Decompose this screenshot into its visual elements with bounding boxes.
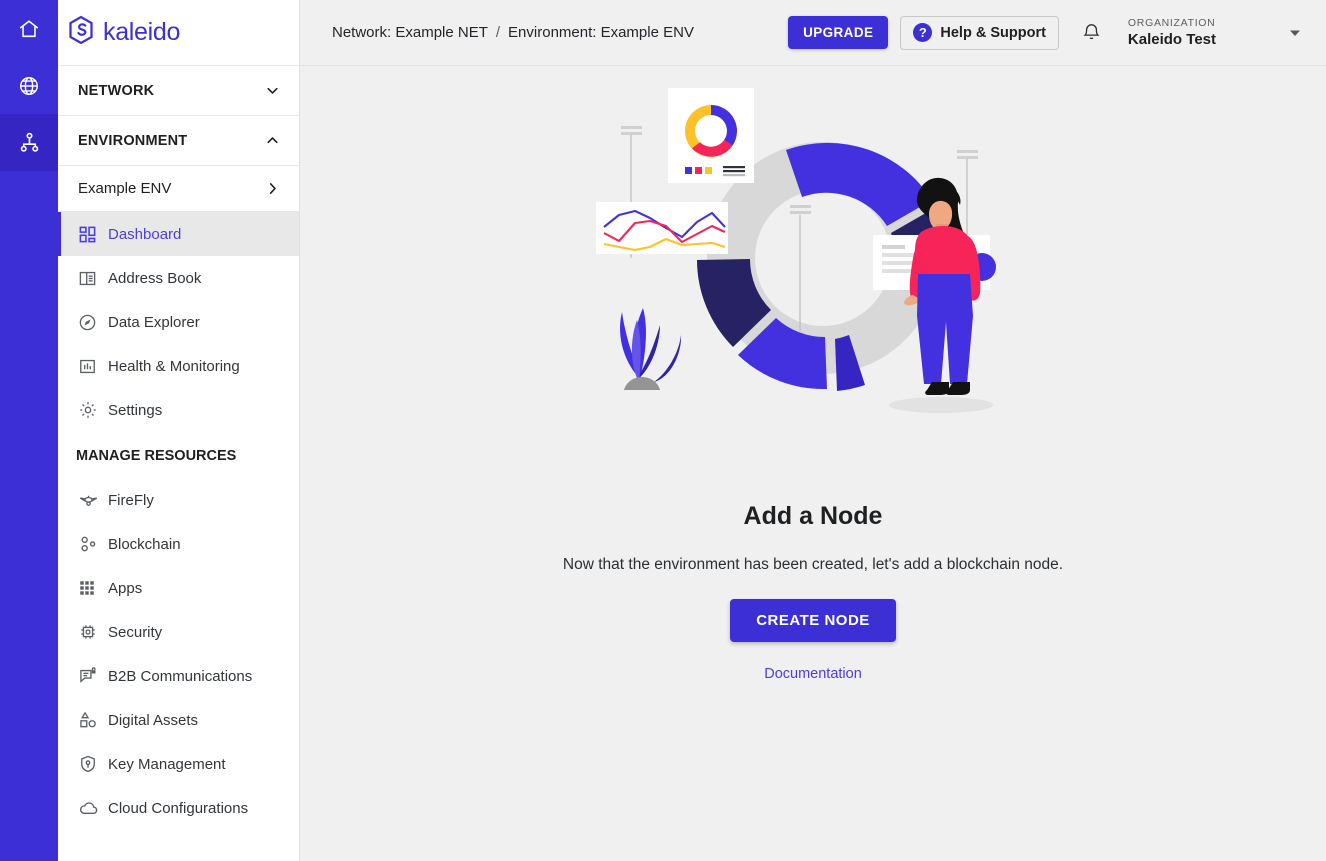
sidebar-item-label: Data Explorer	[108, 313, 200, 331]
help-support-button[interactable]: ? Help & Support	[900, 15, 1059, 50]
sidebar-item-label: FireFly	[108, 491, 154, 509]
security-chip-icon	[78, 622, 104, 642]
sidebar-group-title-manage-resources: MANAGE RESOURCES	[76, 448, 237, 464]
organization-selector[interactable]: ORGANIZATION Kaleido Test	[1128, 17, 1216, 48]
rail-item-home[interactable]	[0, 0, 58, 57]
sidebar-item-label: Blockchain	[108, 535, 181, 553]
sidebar-item-settings[interactable]: Settings	[58, 388, 299, 432]
apps-grid-icon	[78, 579, 104, 597]
notification-bell-icon[interactable]	[1081, 22, 1102, 43]
breadcrumb-environment[interactable]: Environment: Example ENV	[508, 24, 694, 41]
section-label-network: NETWORK	[78, 82, 155, 99]
breadcrumb-network[interactable]: Network: Example NET	[332, 24, 488, 41]
sidebar-item-dashboard[interactable]: Dashboard	[58, 212, 299, 256]
sidebar-item-label: Address Book	[108, 269, 202, 287]
globe-icon	[18, 75, 40, 97]
sidebar-item-apps[interactable]: Apps	[58, 566, 299, 610]
page-title: Add a Node	[743, 502, 883, 530]
create-node-button[interactable]: CREATE NODE	[730, 599, 896, 642]
sidebar-item-security[interactable]: Security	[58, 610, 299, 654]
sidebar-item-label: Cloud Configurations	[108, 799, 249, 817]
chevron-down-icon	[264, 82, 281, 99]
main-content: Network: Example NET / Environment: Exam…	[300, 0, 1326, 861]
sidebar-item-digital-assets[interactable]: Digital Assets	[58, 698, 299, 742]
sidebar-env-selector[interactable]: Example ENV	[58, 166, 299, 212]
sidebar-item-b2b-communications[interactable]: B2B Communications	[58, 654, 299, 698]
address-book-icon	[78, 269, 104, 288]
rail-item-environments[interactable]	[0, 114, 58, 171]
bar-chart-icon	[78, 357, 104, 376]
chevron-right-icon	[264, 180, 281, 197]
analytics-dashboard-woman-illustration	[588, 80, 1058, 425]
breadcrumb-separator: /	[495, 24, 501, 41]
sidebar-item-key-management[interactable]: Key Management	[58, 742, 299, 786]
sidebar-item-label: Security	[108, 623, 163, 641]
sidebar-section-network[interactable]: NETWORK	[58, 66, 299, 116]
create-node-button-wrap: CREATE NODE	[300, 599, 1326, 642]
organization-caption: ORGANIZATION	[1127, 16, 1216, 29]
sidebar-item-label: Health & Monitoring	[108, 357, 240, 375]
sidebar-item-label: Settings	[108, 401, 163, 419]
sidebar-item-label: Digital Assets	[108, 711, 199, 729]
section-label-environment: ENVIRONMENT	[78, 132, 188, 149]
sidebar-item-blockchain[interactable]: Blockchain	[58, 522, 299, 566]
question-mark-icon: ?	[913, 23, 933, 42]
message-lock-icon	[78, 666, 104, 686]
breadcrumb: Network: Example NET / Environment: Exam…	[332, 24, 694, 41]
brand-name: kaleido	[103, 18, 181, 46]
gear-icon	[78, 400, 104, 420]
cloud-icon	[78, 798, 104, 819]
sidebar-item-data-explorer[interactable]: Data Explorer	[58, 300, 299, 344]
sidebar-item-label: Dashboard	[108, 225, 182, 243]
sidebar-item-address-book[interactable]: Address Book	[58, 256, 299, 300]
caret-down-icon[interactable]	[1288, 26, 1302, 40]
sidebar: kaleido NETWORK ENVIRONMENT Example ENV	[58, 0, 300, 861]
sidebar-item-firefly[interactable]: FireFly	[58, 478, 299, 522]
top-bar: Network: Example NET / Environment: Exam…	[300, 0, 1326, 66]
compass-icon	[78, 313, 104, 332]
sidebar-section-environment[interactable]: ENVIRONMENT	[58, 116, 299, 166]
chevron-up-icon	[264, 132, 281, 149]
help-support-label: Help & Support	[940, 24, 1046, 41]
icon-rail	[0, 0, 58, 861]
home-icon	[18, 18, 40, 40]
sidebar-item-label: Key Management	[108, 755, 226, 773]
brand-logo[interactable]: kaleido	[58, 0, 299, 66]
kaleido-hex-logo-icon	[66, 15, 96, 50]
app-root: kaleido NETWORK ENVIRONMENT Example ENV	[0, 0, 1326, 861]
env-selector-label: Example ENV	[78, 180, 172, 197]
sidebar-item-health-monitoring[interactable]: Health & Monitoring	[58, 344, 299, 388]
page-subtitle: Now that the environment has been create…	[562, 556, 1064, 573]
dashboard-grid-icon	[78, 225, 104, 244]
hero-panel: Add a Node Now that the environment has …	[300, 66, 1326, 861]
documentation-link[interactable]: Documentation	[300, 666, 1326, 682]
rail-item-networks[interactable]	[0, 57, 58, 114]
sitemap-icon	[18, 131, 41, 154]
sidebar-item-label: B2B Communications	[108, 667, 253, 685]
sidebar-item-label: Apps	[108, 579, 143, 597]
sidebar-item-cloud-configurations[interactable]: Cloud Configurations	[58, 786, 299, 830]
shield-key-icon	[78, 754, 104, 774]
firefly-icon	[78, 490, 104, 511]
blockchain-nodes-icon	[78, 534, 104, 554]
shapes-icon	[78, 710, 104, 730]
organization-name: Kaleido Test	[1127, 30, 1216, 48]
upgrade-button[interactable]: UPGRADE	[788, 16, 889, 49]
